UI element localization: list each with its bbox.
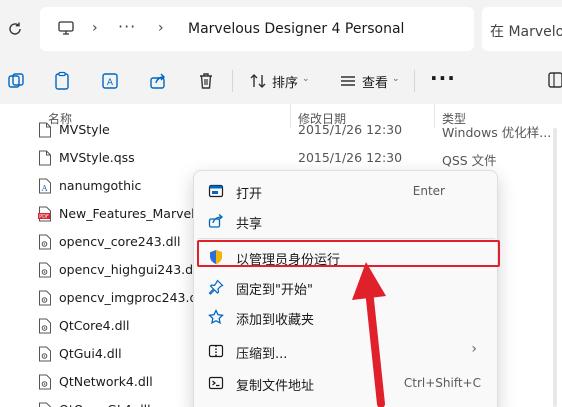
rename-icon[interactable]: A (100, 71, 120, 91)
breadcrumb-current-folder[interactable]: Marvelous Designer 4 Personal (188, 21, 404, 37)
more-options-button[interactable]: ··· (430, 66, 456, 90)
context-menu: 打开 Enter 共享 以管理员身份运行 固定到"开始" 添加到收藏夹 压缩到.… (193, 170, 498, 407)
svg-text:PDF: PDF (39, 214, 49, 220)
menu-item-label: 压缩到... (236, 347, 288, 362)
chevron-right-icon: › (471, 341, 477, 357)
delete-icon[interactable] (196, 71, 216, 91)
file-row[interactable]: MVStyle.qss 2015/1/26 12:30 QSS 文件 (0, 144, 562, 172)
view-icon[interactable] (338, 71, 358, 91)
pdf-icon: PDF (38, 206, 52, 222)
file-name: QtGui4.dll (59, 346, 122, 361)
dll-icon (38, 318, 52, 334)
menu-shortcut: Ctrl+Shift+C (403, 376, 481, 390)
file-icon (38, 122, 52, 138)
dll-icon (38, 262, 52, 278)
share-icon[interactable] (148, 71, 168, 91)
menu-item-label: 打开 (236, 187, 263, 202)
chevron-right-icon[interactable]: › (158, 20, 164, 36)
file-name: opencv_highgui243.dll (59, 262, 201, 277)
search-placeholder: 在 Marvelous (490, 24, 562, 40)
dll-icon (38, 402, 52, 407)
file-row[interactable]: MVStyle 2015/1/26 12:30 Windows 优化样... (0, 116, 562, 144)
search-input[interactable]: 在 Marvelous (482, 7, 562, 51)
file-name: QtCore4.dll (59, 318, 130, 333)
file-name: opencv_core243.dll (59, 234, 181, 249)
svg-text:A: A (107, 78, 114, 88)
copy-icon[interactable] (52, 71, 72, 91)
annotation-highlight-box (197, 240, 500, 267)
file-date: 2015/1/26 12:30 (298, 150, 403, 165)
zip-folder-icon (208, 343, 224, 359)
file-name: QtOpenGL4.dll (59, 402, 151, 407)
file-name: MVStyle (59, 122, 110, 137)
menu-item-label: 复制文件地址 (236, 379, 315, 394)
open-window-icon (208, 183, 224, 199)
font-file-icon: A (38, 178, 52, 194)
computer-icon[interactable] (58, 21, 74, 35)
file-name: opencv_imgproc243.dll (59, 290, 205, 305)
menu-item-copy-path[interactable]: 复制文件地址 Ctrl+Shift+C (198, 368, 495, 398)
dll-icon (38, 346, 52, 362)
toolbar-divider (232, 70, 233, 92)
menu-item-add-favorites[interactable]: 添加到收藏夹 (198, 302, 495, 332)
file-type: QSS 文件 (442, 153, 497, 168)
svg-text:A: A (41, 184, 48, 193)
menu-item-pin-to-start[interactable]: 固定到"开始" (198, 272, 495, 302)
menu-shortcut: Enter (412, 184, 445, 198)
toolbar-divider (414, 70, 415, 92)
copy-path-icon (208, 375, 224, 391)
menu-item-open[interactable]: 打开 Enter (198, 176, 495, 206)
file-type: Windows 优化样... (442, 125, 552, 140)
star-icon (208, 308, 224, 325)
sort-icon[interactable] (248, 71, 268, 91)
details-pane-icon[interactable] (546, 70, 562, 90)
file-name: MVStyle.qss (59, 150, 135, 165)
dll-icon (38, 290, 52, 306)
menu-item-share[interactable]: 共享 (198, 206, 495, 236)
file-icon (38, 150, 52, 166)
share-icon (208, 213, 224, 229)
file-name: New_Features_Marvelo (59, 206, 203, 221)
file-name: QtNetwork4.dll (59, 374, 153, 389)
view-button[interactable]: 查看 (362, 72, 388, 91)
breadcrumb[interactable]: › ··· › Marvelous Designer 4 Personal (40, 7, 474, 51)
menu-item-compress[interactable]: 压缩到... › (198, 336, 495, 366)
chevron-right-icon[interactable]: › (92, 20, 98, 36)
pin-icon (208, 279, 224, 295)
dll-icon (38, 374, 52, 390)
sort-button[interactable]: 排序 (272, 72, 298, 91)
command-bar: A 排序 ⌄ 查看 ⌄ ··· (0, 58, 562, 104)
refresh-icon[interactable] (6, 20, 24, 38)
chevron-down-icon[interactable]: ⌄ (392, 74, 400, 84)
chevron-down-icon[interactable]: ⌄ (302, 74, 310, 84)
menu-divider (198, 238, 495, 239)
file-name: nanumgothic (59, 178, 142, 193)
address-bar: › ··· › Marvelous Designer 4 Personal 在 … (0, 0, 562, 58)
menu-item-label: 添加到收藏夹 (236, 313, 315, 328)
file-date: 2015/1/26 12:30 (298, 122, 403, 137)
cut-icon[interactable] (6, 71, 26, 91)
vertical-scrollbar[interactable] (553, 128, 557, 407)
dll-icon (38, 234, 52, 250)
breadcrumb-ellipsis[interactable]: ··· (118, 17, 136, 36)
menu-item-label: 固定到"开始" (236, 283, 313, 298)
menu-item-label: 共享 (236, 217, 263, 232)
